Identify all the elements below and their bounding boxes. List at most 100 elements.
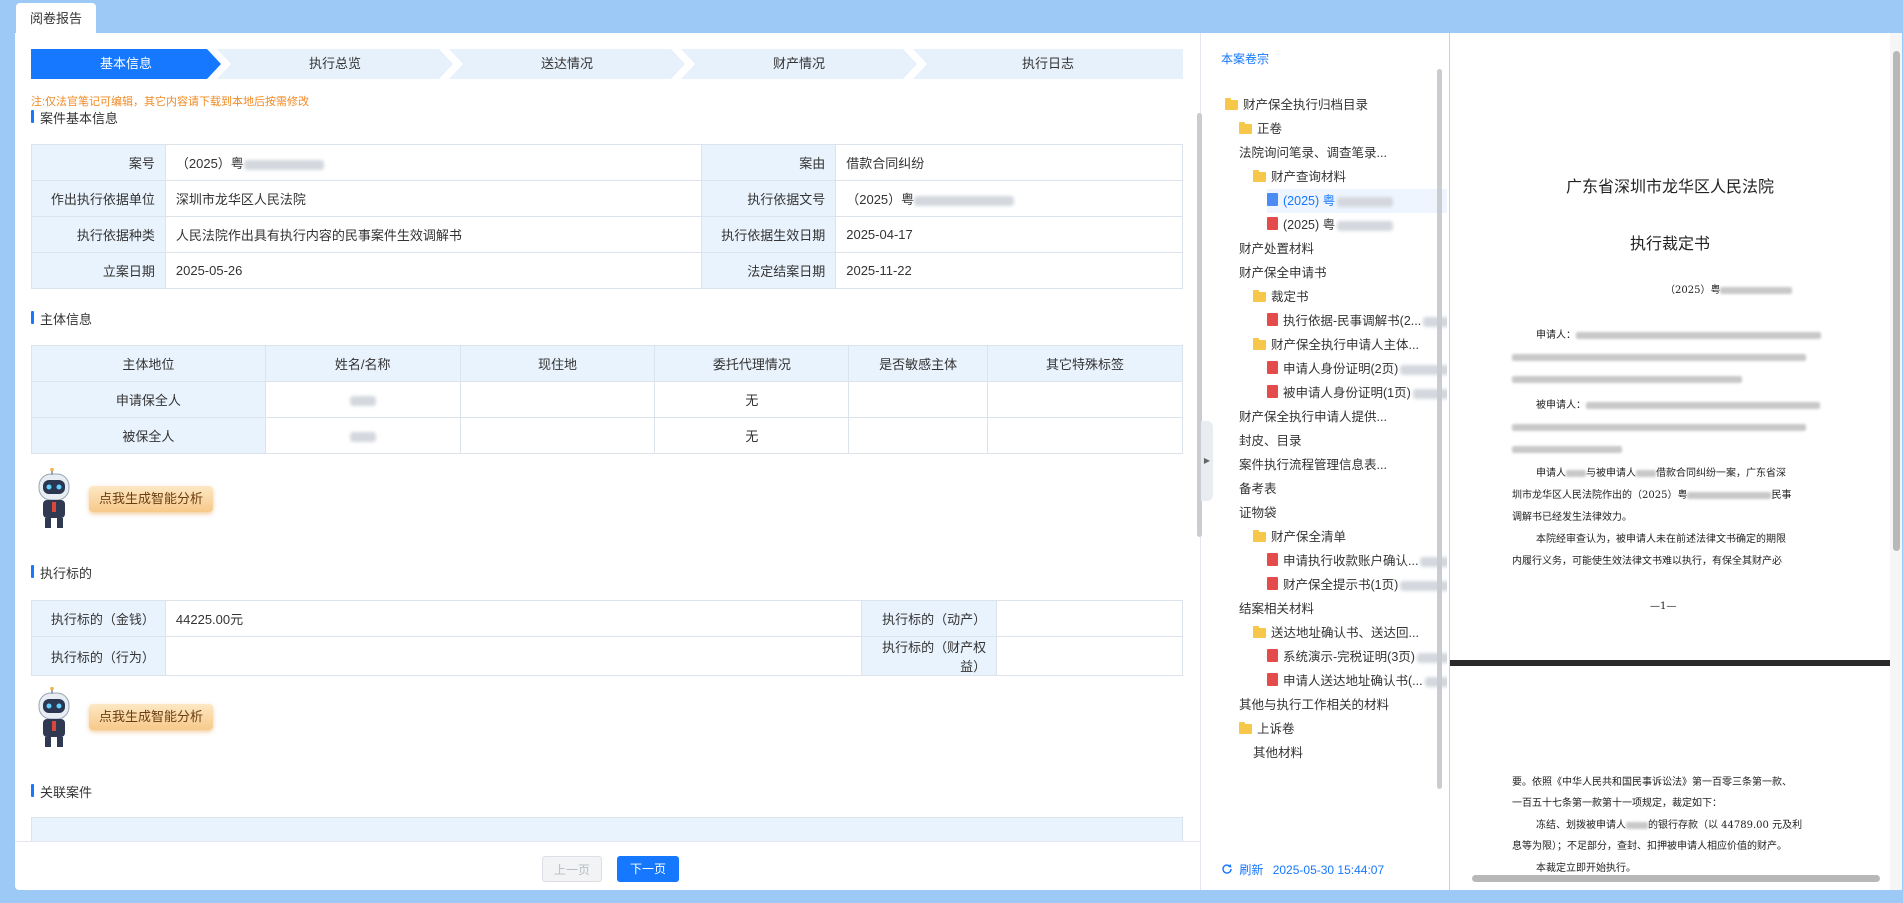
step-basic-info[interactable]: 基本信息 [31,49,221,79]
tree-item[interactable]: 财产保全执行申请人主体... [1253,333,1447,357]
tree-item[interactable]: (2025) 粤 [1267,189,1447,213]
tree-item-label: 申请人送达地址确认书(... [1283,674,1423,688]
preview-vertical-scrollbar[interactable] [1890,33,1902,890]
redacted-text [1512,446,1622,453]
doc-line [1512,351,1806,365]
pdf-file-icon [1267,385,1278,398]
table-row: 执行标的（金钱） 44225.00元 执行标的（动产） [31,600,1183,637]
refresh-button[interactable]: 刷新 [1239,863,1263,877]
tree-item[interactable]: 正卷 [1239,117,1447,141]
tree-item[interactable]: 送达地址确认书、送达回... [1253,621,1447,645]
tree-item[interactable]: 申请执行收款账户确认... [1267,549,1447,573]
tree-title: 本案卷宗 [1221,52,1270,66]
tree-item[interactable]: 案件执行流程管理信息表... [1239,453,1447,477]
table-row: 被保全人 无 [31,417,1183,454]
doc-line: 内履行义务，可能使生效法律文书难以执行，有保全其财产必 [1512,556,1782,567]
related-cases-table [31,817,1183,841]
tree-scrollbar[interactable] [1437,69,1442,789]
document-page: 广东省深圳市龙华区人民法院 执行裁定书 （2025）粤 申请人： 被申请人： 申… [1450,33,1890,660]
doc-file-icon [1267,193,1278,206]
target-money-value: 44225.00元 [164,600,863,637]
tree-item-label: 裁定书 [1271,290,1309,304]
table-row: 申请保全人 无 [31,381,1183,418]
refresh-time: 2025-05-30 15:44:07 [1272,863,1385,877]
tree-item[interactable]: 财产保全执行归档目录 [1225,93,1447,117]
tree-item[interactable]: 财产保全清单 [1253,525,1447,549]
party-info-table: 主体地位 姓名/名称 现住地 委托代理情况 是否敏感主体 其它特殊标签 申请保全… [31,345,1183,454]
step-service-status[interactable]: 送达情况 [449,49,685,79]
tree-item[interactable]: 其他与执行工作相关的材料 [1239,693,1447,717]
tree-item-label: 证物袋 [1239,506,1277,520]
redacted-text [1586,402,1820,409]
basis-doc-number-value: （2025）粤 [835,180,1183,217]
step-property-status[interactable]: 财产情况 [681,49,917,79]
column-header: 是否敏感主体 [848,345,989,382]
ai-analysis-button[interactable]: 点我生成智能分析 [89,486,214,512]
next-page-button[interactable]: 下一页 [617,856,679,882]
doc-line: 申请人 与被申请人 借款合同纠纷一案，广东省深 [1536,468,1786,479]
pdf-file-icon [1267,649,1278,662]
step-execution-log[interactable]: 执行日志 [913,49,1183,79]
doc-line: 被申请人： [1536,399,1820,413]
party-sensitive [848,417,989,454]
tree-item[interactable]: 封皮、目录 [1239,429,1447,453]
tree-item-label: 申请执行收款账户确认... [1283,554,1419,568]
tree-item[interactable]: 财产处置材料 [1239,237,1447,261]
redacted-text [1423,316,1447,327]
issuing-unit-label: 作出执行依据单位 [31,180,166,217]
collapse-handle[interactable]: ▶ [1201,421,1213,501]
refresh-icon[interactable] [1221,863,1233,875]
prev-page-button[interactable]: 上一页 [542,856,602,882]
issuing-unit-value: 深圳市龙华区人民法院 [164,180,703,217]
tree-item-label: 财产保全执行申请人提供... [1239,410,1387,424]
tree-item-label: 系统演示-完税证明(3页) [1283,650,1415,664]
redacted-text [349,395,376,406]
pdf-file-icon [1267,673,1278,686]
tree-item[interactable]: 财产保全申请书 [1239,261,1447,285]
ai-analysis-button[interactable]: 点我生成智能分析 [89,704,214,730]
doc-line: 圳市龙华区人民法院作出的（2025）粤 民事 [1512,490,1792,501]
tree-item[interactable]: 财产查询材料 [1253,165,1447,189]
tree-item[interactable]: 财产保全提示书(1页) [1267,573,1447,597]
refresh-bar: 刷新 2025-05-30 15:44:07 [1221,861,1384,878]
tree-item[interactable]: 申请人送达地址确认书(... [1267,669,1447,693]
main-frame: 基本信息 执行总览 送达情况 财产情况 执行日志 注:仅法官笔记可编辑，其它内容… [15,33,1902,890]
tree-item[interactable]: (2025) 粤 [1267,213,1447,237]
tree-item[interactable]: 法院询问笔录、调查笔录... [1239,141,1447,165]
tree-item[interactable]: 执行依据-民事调解书(2... [1267,309,1447,333]
step-execution-overview[interactable]: 执行总览 [217,49,453,79]
party-role: 申请保全人 [31,381,266,418]
tree-item[interactable]: 被申请人身份证明(1页) [1267,381,1447,405]
tree-item[interactable]: 申请人身份证明(2页) [1267,357,1447,381]
tree-item[interactable]: 裁定书 [1253,285,1447,309]
target-property-label: 执行标的（财产权益） [861,636,998,676]
tree-item-label: 被申请人身份证明(1页) [1283,386,1411,400]
report-tab[interactable]: 阅卷报告 [16,3,97,33]
case-info-table: 案号 （2025）粤 案由 借款合同纠纷 作出执行依据单位 深圳市龙华区人民法院… [31,144,1183,289]
tree-item[interactable]: 上诉卷 [1239,717,1447,741]
tree-item[interactable]: 系统演示-完税证明(3页) [1267,645,1447,669]
basis-type-value: 人民法院作出具有执行内容的民事案件生效调解书 [164,216,703,253]
preview-horizontal-scrollbar[interactable] [1472,875,1880,882]
doc-line: 一百五十七条第一款第十一项规定，裁定如下： [1512,798,1722,809]
redacted-text [1337,220,1394,231]
tree-item-label: 法院询问笔录、调查笔录... [1239,146,1387,160]
redacted-text [1512,354,1806,361]
scroll-thumb[interactable] [1893,51,1900,551]
redacted-text [349,431,376,442]
folder-icon [1253,530,1266,542]
column-header: 现住地 [459,345,656,382]
file-tree: 本案卷宗 财产保全执行归档目录 正卷 法院询问笔录、调查笔录... 财产查询材料 (20… [1213,33,1449,890]
step-label: 执行日志 [1021,56,1074,71]
doc-line: 本裁定立即开始执行。 [1536,863,1636,874]
table-row: 执行依据种类 人民法院作出具有执行内容的民事案件生效调解书 执行依据生效日期 2… [31,216,1183,253]
tree-item[interactable]: 证物袋 [1239,501,1447,525]
redacted-text [1566,470,1586,477]
tree-item[interactable]: 财产保全执行申请人提供... [1239,405,1447,429]
tree-item[interactable]: 其他材料 [1253,741,1447,765]
tree-item[interactable]: 备考表 [1239,477,1447,501]
redacted-text [1626,822,1648,829]
tree-item[interactable]: 结案相关材料 [1239,597,1447,621]
tree-item-label: 财产保全申请书 [1239,266,1327,280]
document-page: 要。依照《中华人民共和国民事诉讼法》第一百零三条第一款、 一百五十七条第一款第十… [1450,666,1890,890]
